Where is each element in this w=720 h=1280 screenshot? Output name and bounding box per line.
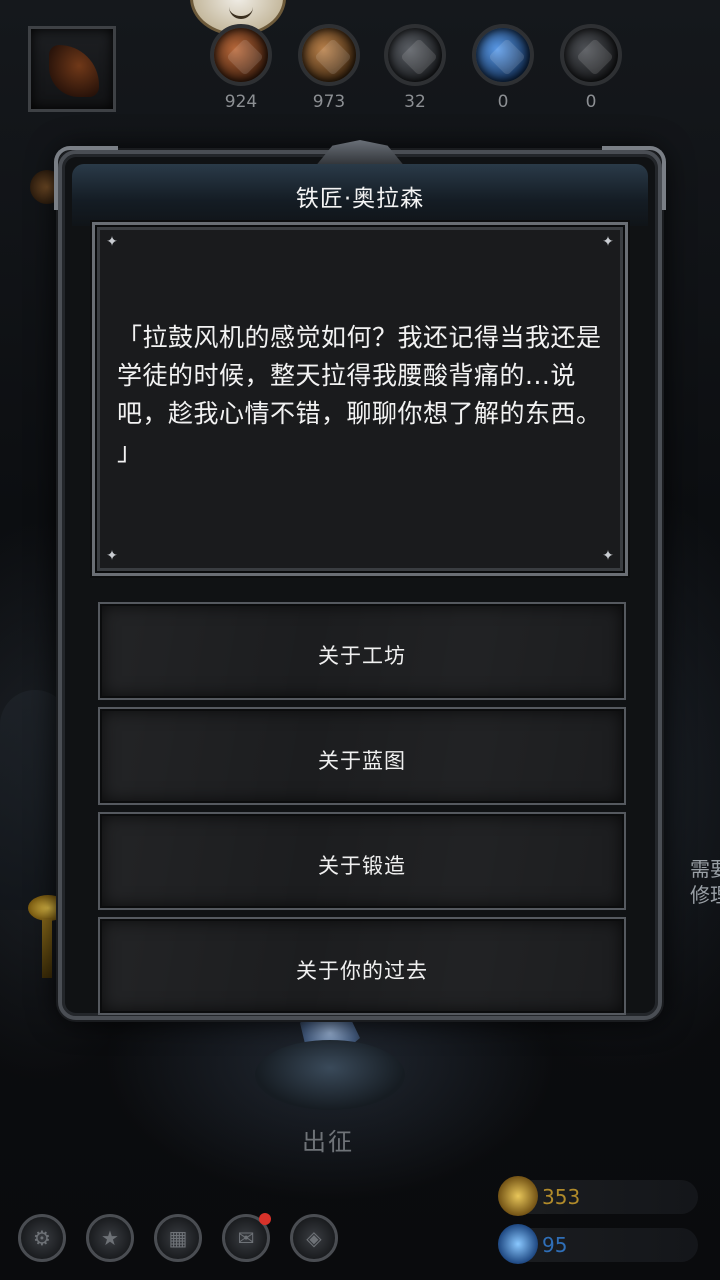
sparkle-icon: ✦ — [106, 548, 118, 564]
option-past[interactable]: 关于你的过去 — [98, 917, 626, 1015]
resource-value: 32 — [404, 92, 426, 112]
option-workshop[interactable]: 关于工坊 — [98, 602, 626, 700]
sparkle-icon: ✦ — [106, 234, 118, 250]
resource-iron[interactable]: 32 — [379, 24, 451, 112]
blue-gem-icon — [498, 1224, 538, 1264]
mail-button[interactable]: ✉ — [222, 1213, 271, 1262]
speech-box: ✦ ✦ ✦ ✦ 「拉鼓风机的感觉如何？我还记得当我还是学徒的时候，整天拉得我腰酸… — [92, 222, 628, 576]
achievement-button[interactable]: ★ — [86, 1214, 134, 1262]
resource-crystal[interactable]: 0 — [467, 24, 539, 112]
inventory-button[interactable]: ▦ — [154, 1214, 202, 1262]
crystal-icon — [472, 24, 534, 86]
map-icon: ◈ — [306, 1226, 322, 1250]
gem-value: 95 — [542, 1233, 568, 1257]
equipment-slot[interactable] — [28, 26, 116, 112]
option-label: 关于蓝图 — [318, 749, 406, 773]
gold-value: 353 — [542, 1185, 581, 1209]
option-blueprint[interactable]: 关于蓝图 — [98, 707, 626, 805]
resource-value: 0 — [497, 92, 509, 112]
option-label: 关于工坊 — [318, 644, 406, 668]
npc-dialog: 铁匠·奥拉森 ✦ ✦ ✦ ✦ 「拉鼓风机的感觉如何？我还记得当我还是学徒的时候，… — [54, 140, 666, 1020]
gem-currency[interactable]: 95 — [498, 1224, 698, 1264]
stone-well[interactable] — [255, 1040, 405, 1110]
npc-name: 铁匠·奥拉森 — [295, 186, 425, 212]
sparkle-icon: ✦ — [602, 234, 614, 250]
steel-icon — [560, 24, 622, 86]
npc-speech: 「拉鼓风机的感觉如何？我还记得当我还是学徒的时候，整天拉得我腰酸背痛的...说吧… — [117, 323, 602, 466]
horn-icon — [49, 45, 99, 97]
achievement-icon: ★ — [101, 1226, 119, 1250]
repair-hint: 需要修理 — [690, 857, 720, 907]
lamp-post — [42, 918, 52, 978]
resource-bread[interactable]: 924 — [205, 24, 277, 112]
option-label: 关于锻造 — [318, 854, 406, 878]
resource-value: 0 — [585, 92, 597, 112]
iron-ore-icon — [384, 24, 446, 86]
option-label: 关于你的过去 — [296, 959, 428, 983]
sparkle-icon: ✦ — [602, 548, 614, 564]
option-forging[interactable]: 关于锻造 — [98, 812, 626, 910]
gold-currency[interactable]: 353 — [498, 1176, 698, 1216]
resource-steel[interactable]: 0 — [555, 24, 627, 112]
map-button[interactable]: ◈ — [290, 1214, 338, 1262]
notification-dot — [259, 1213, 271, 1225]
resource-value: 924 — [224, 92, 258, 112]
avatar-face — [229, 7, 253, 19]
settings-icon: ⚙ — [33, 1226, 51, 1250]
resource-value: 973 — [312, 92, 346, 112]
resource-wood[interactable]: 973 — [293, 24, 365, 112]
settings-button[interactable]: ⚙ — [18, 1214, 66, 1262]
wood-icon — [298, 24, 360, 86]
inventory-icon: ▦ — [168, 1226, 188, 1250]
mail-icon: ✉ — [237, 1226, 255, 1250]
bread-icon — [210, 24, 272, 86]
gold-coin-icon — [498, 1176, 538, 1216]
resource-bar: 924 973 32 0 0 — [205, 24, 635, 116]
depart-button[interactable]: 出征 — [302, 1122, 354, 1157]
